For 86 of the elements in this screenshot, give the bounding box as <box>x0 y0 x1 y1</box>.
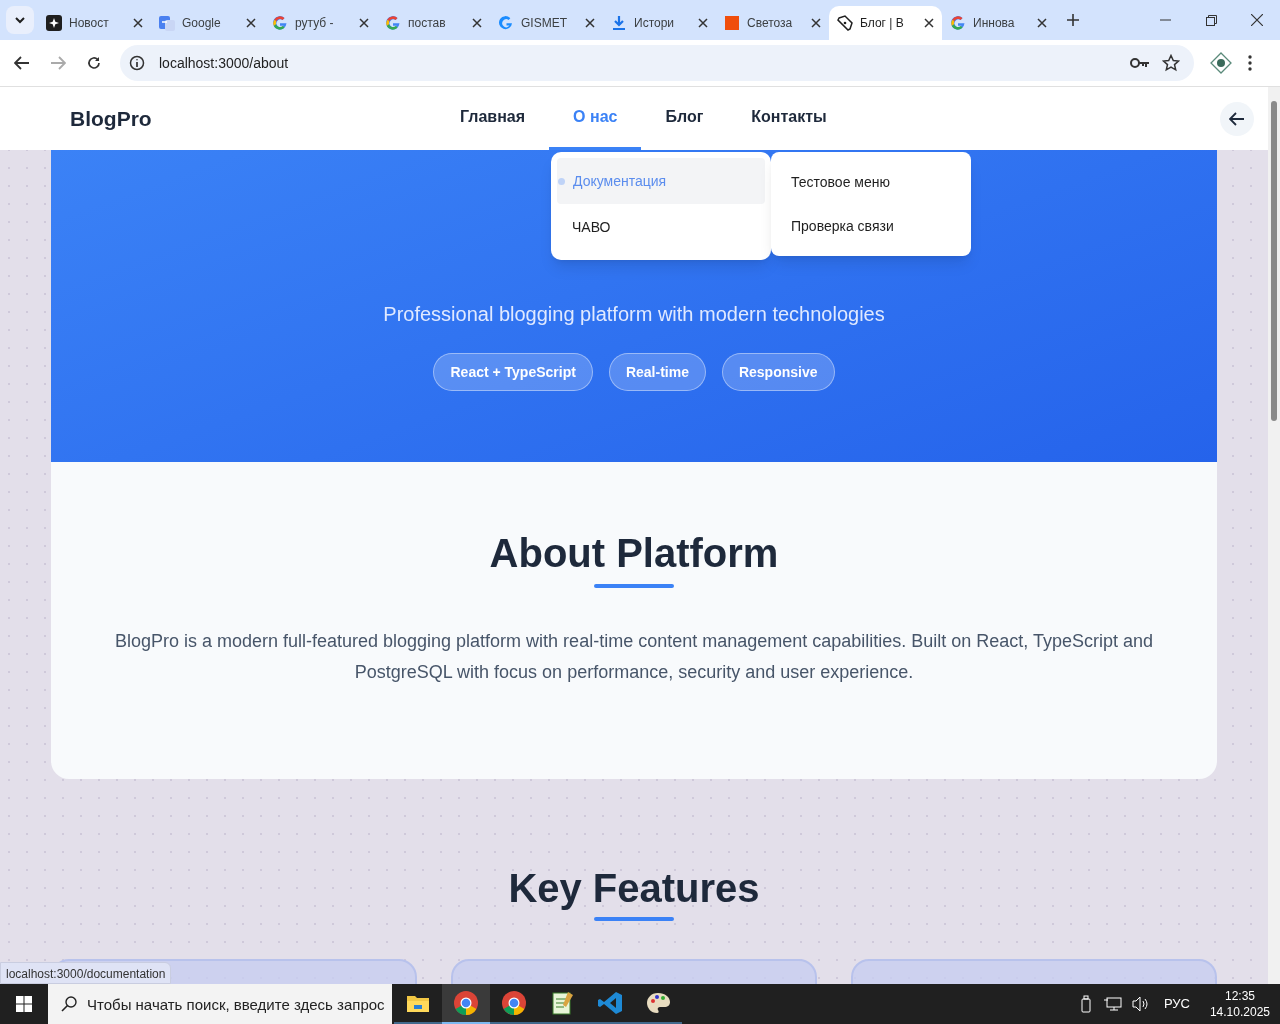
chrome-icon <box>500 989 528 1017</box>
scrollbar-thumb[interactable] <box>1271 101 1277 421</box>
clock-time[interactable]: 12:35 <box>1224 988 1255 1004</box>
close-tab-icon[interactable] <box>811 18 821 28</box>
plus-icon <box>1067 14 1079 26</box>
forward-arrow-icon <box>50 56 66 70</box>
search-icon <box>61 996 77 1012</box>
close-tab-icon[interactable] <box>698 18 708 28</box>
windows-icon <box>16 996 32 1012</box>
browser-tab[interactable]: рутуб - <box>264 6 377 40</box>
tab-search-button[interactable] <box>6 6 34 34</box>
chrome-icon <box>452 989 480 1017</box>
chevron-down-icon <box>14 16 26 24</box>
bullet-icon <box>558 177 565 185</box>
menu-item[interactable]: ЧАВО <box>557 204 765 250</box>
back-button[interactable] <box>1220 101 1254 136</box>
close-tab-icon[interactable] <box>585 18 595 28</box>
close-tab-icon[interactable] <box>924 18 934 28</box>
browser-tab[interactable]: Светоза <box>716 6 829 40</box>
code-editor-icon <box>596 989 624 1017</box>
search-field[interactable]: Чтобы начать поиск, введите здесь запрос <box>48 984 392 1024</box>
tab-title: GISMET <box>521 15 567 32</box>
speaker-icon[interactable] <box>1131 996 1150 1012</box>
section-title: About Platform <box>489 530 779 576</box>
section-title: Key Features <box>508 865 760 911</box>
close-tab-icon[interactable] <box>472 18 482 28</box>
browser-tab[interactable]: Новост <box>38 6 151 40</box>
close-icon <box>1251 14 1263 26</box>
google-icon <box>272 15 288 31</box>
tech-badge: React + TypeScript <box>433 353 593 391</box>
status-url: localhost:3000/documentation <box>0 962 172 984</box>
close-tab-icon[interactable] <box>246 18 256 28</box>
submenu-item[interactable]: Проверка связи <box>771 204 971 248</box>
nav-link[interactable]: Контакты <box>727 87 851 150</box>
submenu-item[interactable]: Тестовое меню <box>771 160 971 204</box>
browser-tab[interactable]: Иннова <box>942 6 1055 40</box>
scrollbar[interactable] <box>1268 87 1280 984</box>
minimize-icon <box>1159 19 1171 21</box>
nav-link[interactable]: Блог <box>641 87 728 150</box>
letter-g-icon <box>498 15 514 31</box>
browser-tab[interactable]: Google <box>151 6 264 40</box>
google-icon <box>950 15 966 31</box>
tab-title: Блог | В <box>860 15 904 32</box>
back-arrow-icon <box>1229 111 1245 126</box>
usb-icon[interactable] <box>1079 995 1094 1013</box>
back-arrow-icon <box>14 56 30 70</box>
tab-title: Google <box>182 15 221 32</box>
taskbar-app-button[interactable] <box>442 984 490 1024</box>
sparkle-icon <box>46 15 62 31</box>
browser-tab[interactable]: Блог | В <box>829 6 942 40</box>
close-tab-icon[interactable] <box>1037 18 1047 28</box>
tech-badge: Responsive <box>721 353 835 391</box>
download-icon <box>611 15 627 31</box>
clock-date[interactable]: 14.10.2025 <box>1209 1004 1270 1020</box>
tech-badge: Real-time <box>608 353 706 391</box>
close-tab-icon[interactable] <box>359 18 369 28</box>
menu-item-label: Документация <box>573 171 667 191</box>
close-tab-icon[interactable] <box>133 18 143 28</box>
network-icon[interactable] <box>1103 996 1122 1012</box>
tab-title: Новост <box>69 15 109 32</box>
info-icon <box>129 55 145 71</box>
tab-title: Истори <box>634 15 675 32</box>
star-icon[interactable] <box>1162 54 1180 72</box>
browser-tab[interactable]: постав <box>377 6 490 40</box>
tab-title: рутуб - <box>295 15 334 32</box>
key-icon[interactable] <box>1130 57 1150 69</box>
nav-link[interactable]: Главная <box>436 87 550 150</box>
hero-subtitle: Professional blogging platform with modern technologies <box>383 302 885 327</box>
menu-item-label: ЧАВО <box>572 217 611 237</box>
language-indicator[interactable]: РУС <box>1163 994 1190 1014</box>
browser-tab[interactable]: Истори <box>603 6 716 40</box>
site-logo[interactable]: BlogPro <box>70 102 152 135</box>
restore-icon <box>1205 14 1217 26</box>
browser-tab[interactable]: GISMET <box>490 6 603 40</box>
about-paragraph: BlogPro is a modern full-featured blogging platform with real-time content management capabilities. Built on React, TypeScript and PostgreSQL with focus on performance, security and user experience. <box>113 630 1155 684</box>
address-bar[interactable]: localhost:3000/about <box>120 45 1194 81</box>
extension-icon[interactable] <box>1210 52 1232 74</box>
translate-icon <box>159 15 175 31</box>
tab-title: постав <box>408 15 446 32</box>
menu-icon[interactable] <box>1248 55 1252 71</box>
address-text: localhost:3000/about <box>159 53 289 73</box>
square-icon <box>724 15 740 31</box>
tab-title: Иннова <box>973 15 1015 32</box>
google-icon <box>385 15 401 31</box>
tab-title: Светоза <box>747 15 793 32</box>
reload-icon <box>87 56 101 70</box>
